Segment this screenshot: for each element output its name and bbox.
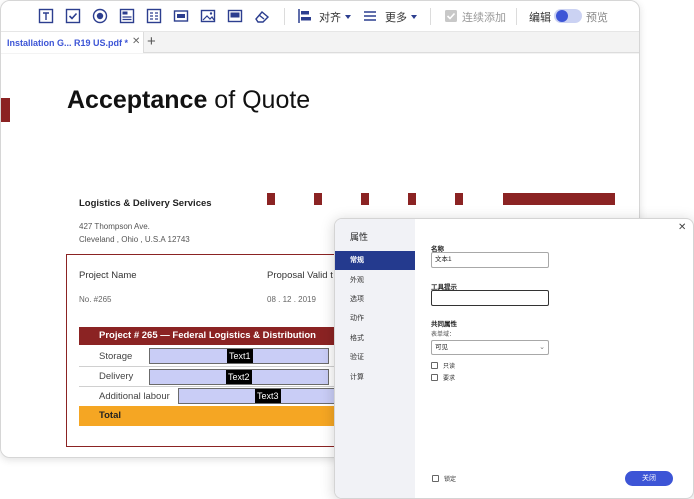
signature-tool-icon[interactable] xyxy=(226,7,244,25)
required-option[interactable]: 要求 xyxy=(431,372,455,382)
checkbox-tool-icon[interactable] xyxy=(64,7,82,25)
image-tool-icon[interactable] xyxy=(199,7,217,25)
decorative-block xyxy=(455,193,463,205)
text1-field-name: Text1 xyxy=(227,349,253,363)
radio-button-tool-icon[interactable] xyxy=(91,7,109,25)
properties-dialog: 属性 常规 外观 选项 动作 格式 验证 计算 ✕ 名称 文本1 工具提示 共同… xyxy=(334,218,694,499)
align-icon[interactable] xyxy=(296,7,314,25)
toolbar-divider xyxy=(516,8,517,25)
document-tab[interactable]: Installation G... R19 US.pdf * xyxy=(1,32,144,53)
continuous-add-checkbox-icon[interactable] xyxy=(442,7,460,25)
close-tab-icon[interactable]: ✕ xyxy=(132,36,140,47)
nav-validate[interactable]: 验证 xyxy=(335,348,415,367)
readonly-option[interactable]: 只读 xyxy=(431,360,455,370)
nav-appearance[interactable]: 外观 xyxy=(335,271,415,290)
list-box-tool-icon[interactable] xyxy=(145,7,163,25)
nav-general[interactable]: 常规 xyxy=(335,251,415,270)
proposal-valid-value: 08 . 12 . 2019 xyxy=(267,295,316,304)
more-dropdown-icon[interactable] xyxy=(411,15,417,19)
project-header-bar: Project # 265 — Federal Logistics & Dist… xyxy=(79,327,349,345)
nav-actions[interactable]: 动作 xyxy=(335,309,415,328)
document-tab-title: Installation G... R19 US.pdf * xyxy=(7,37,129,48)
tab-bar: Installation G... R19 US.pdf * ✕ + xyxy=(1,32,639,53)
visibility-value: 可见 xyxy=(435,344,448,351)
project-name-value: No. #265 xyxy=(79,295,112,304)
common-properties-label: 共同属性 xyxy=(431,321,457,328)
project-name-label: Project Name xyxy=(79,270,137,281)
more-label[interactable]: 更多 xyxy=(385,9,407,25)
toolbar-divider xyxy=(430,8,431,25)
lock-label: 锁定 xyxy=(444,476,457,483)
button-tool-icon[interactable] xyxy=(172,7,190,25)
storage-label: Storage xyxy=(99,351,133,362)
decorative-block xyxy=(314,193,322,205)
new-tab-icon[interactable]: + xyxy=(147,33,156,50)
required-checkbox[interactable] xyxy=(431,373,438,381)
tooltip-field[interactable] xyxy=(431,290,549,306)
edit-mode-label[interactable]: 编辑 xyxy=(529,9,551,25)
text1-form-field[interactable]: Text1 xyxy=(149,348,329,364)
required-label: 要求 xyxy=(443,375,456,382)
lock-option[interactable]: 锁定 xyxy=(432,473,456,483)
page-title: Acceptance of Quote xyxy=(67,86,310,115)
text2-field-name: Text2 xyxy=(226,370,252,384)
text-field-tool-icon[interactable] xyxy=(37,7,55,25)
combo-box-tool-icon[interactable] xyxy=(118,7,136,25)
toolbar-divider xyxy=(284,8,285,25)
text3-field-name: Text3 xyxy=(255,389,281,403)
readonly-label: 只读 xyxy=(443,363,456,370)
page-title-bold: Acceptance xyxy=(67,86,208,114)
nav-options[interactable]: 选项 xyxy=(335,290,415,309)
toggle-knob xyxy=(556,10,568,22)
address-line-2: Cleveland , Ohio , U.S.A 12743 xyxy=(79,235,190,244)
readonly-checkbox[interactable] xyxy=(431,361,438,369)
more-menu-icon[interactable] xyxy=(361,7,379,25)
name-field[interactable]: 文本1 xyxy=(431,252,549,268)
form-field-label: 表单域： xyxy=(431,332,456,338)
row-divider xyxy=(79,366,349,367)
align-label[interactable]: 对齐 xyxy=(319,9,341,25)
lock-checkbox[interactable] xyxy=(432,474,439,482)
toolbar: 对齐 更多 连续添加 编辑 预览 xyxy=(1,1,639,32)
total-bar: Total xyxy=(79,406,349,426)
decorative-block xyxy=(503,193,615,205)
close-icon[interactable]: ✕ xyxy=(678,222,686,233)
dialog-title: 属性 xyxy=(350,232,369,242)
chevron-down-icon: ⌄ xyxy=(539,344,545,351)
eraser-tool-icon[interactable] xyxy=(253,7,271,25)
continuous-add-label[interactable]: 连续添加 xyxy=(462,9,506,25)
decorative-block xyxy=(408,193,416,205)
delivery-label: Delivery xyxy=(99,371,134,382)
company-name: Logistics & Delivery Services xyxy=(79,198,212,209)
nav-format[interactable]: 格式 xyxy=(335,329,415,348)
nav-calculate[interactable]: 计算 xyxy=(335,368,415,387)
row-divider xyxy=(79,386,349,387)
decorative-block xyxy=(267,193,275,205)
close-button[interactable]: 关闭 xyxy=(625,471,673,486)
additional-labour-label: Additional labour xyxy=(99,391,170,402)
preview-mode-label[interactable]: 预览 xyxy=(586,9,608,25)
align-dropdown-icon[interactable] xyxy=(345,15,351,19)
properties-sidebar: 属性 常规 外观 选项 动作 格式 验证 计算 xyxy=(335,219,415,498)
edit-preview-toggle[interactable] xyxy=(554,9,582,23)
address-line-1: 427 Thompson Ave. xyxy=(79,222,150,231)
text2-form-field[interactable]: Text2 xyxy=(149,369,329,385)
proposal-valid-label: Proposal Valid t xyxy=(267,270,333,281)
visibility-select[interactable]: 可见 ⌄ xyxy=(431,340,549,355)
decorative-block xyxy=(361,193,369,205)
decorative-strip xyxy=(1,98,10,122)
page-title-rest: of Quote xyxy=(207,86,311,114)
text3-form-field[interactable]: Text3 xyxy=(178,388,338,404)
